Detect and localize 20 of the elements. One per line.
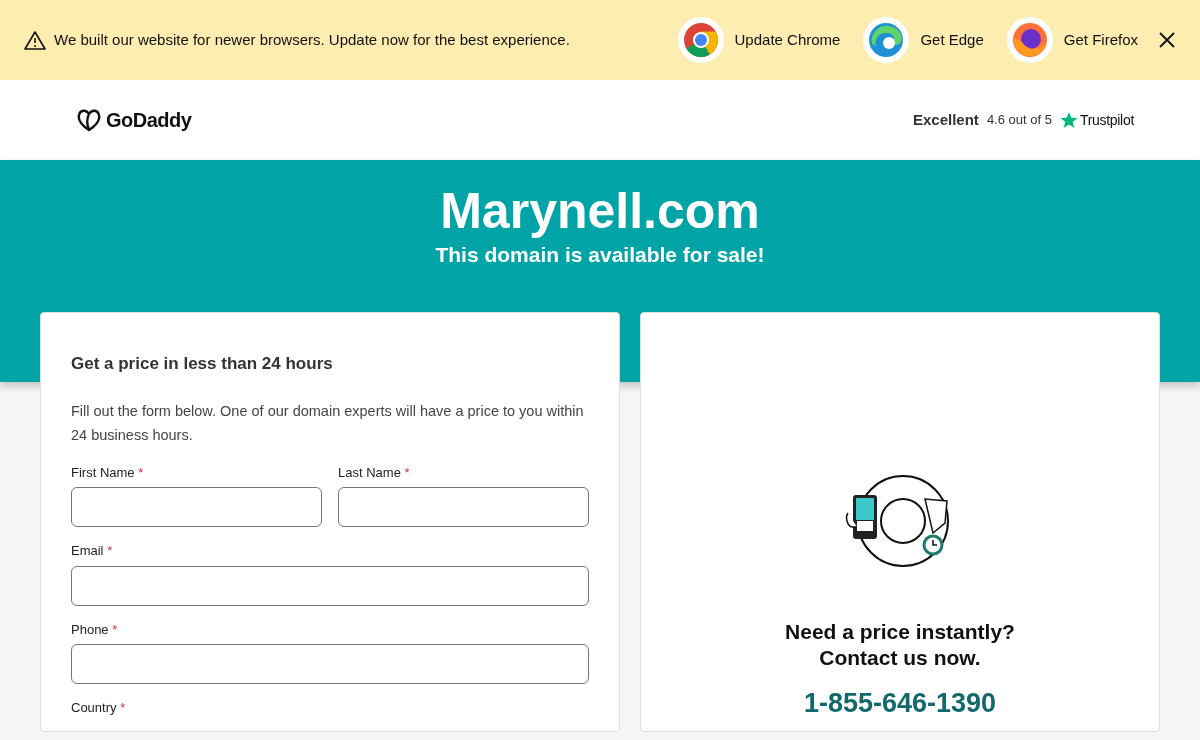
- review-site-name: Trustpilot: [1079, 110, 1134, 130]
- sale-subtitle: This domain is available for sale!: [434, 242, 766, 268]
- domain-title: Marynell.com: [439, 184, 761, 239]
- contact-heading: Contact us now.: [819, 645, 981, 671]
- field-label: Last Name *: [338, 463, 411, 482]
- contact-heading: Need a price instantly?: [785, 619, 1015, 645]
- field-label: Phone *: [71, 620, 119, 639]
- browser-link[interactable]: Get Edge: [862, 16, 984, 64]
- logo-text[interactable]: GoDaddy: [106, 105, 192, 135]
- form-description: Fill out the form below. One of our domain experts will have a price to you within 24 business hours.: [71, 401, 585, 445]
- banner-message: We built our website for newer browsers. Update now for the best experience.: [54, 29, 570, 50]
- field-label: First Name *: [71, 463, 145, 482]
- rating-value: 4.6 out of 5: [986, 111, 1052, 130]
- form-title: Get a price in less than 24 hours: [71, 353, 334, 375]
- browser-link[interactable]: Update Chrome: [676, 16, 841, 64]
- phone-link[interactable]: 1-855-646-1390: [803, 683, 997, 724]
- rating-label: Excellent: [913, 109, 979, 130]
- browser-link[interactable]: Get Firefox: [1005, 16, 1138, 64]
- field-label: Email *: [71, 542, 114, 560]
- field-label: Country *: [71, 699, 127, 717]
